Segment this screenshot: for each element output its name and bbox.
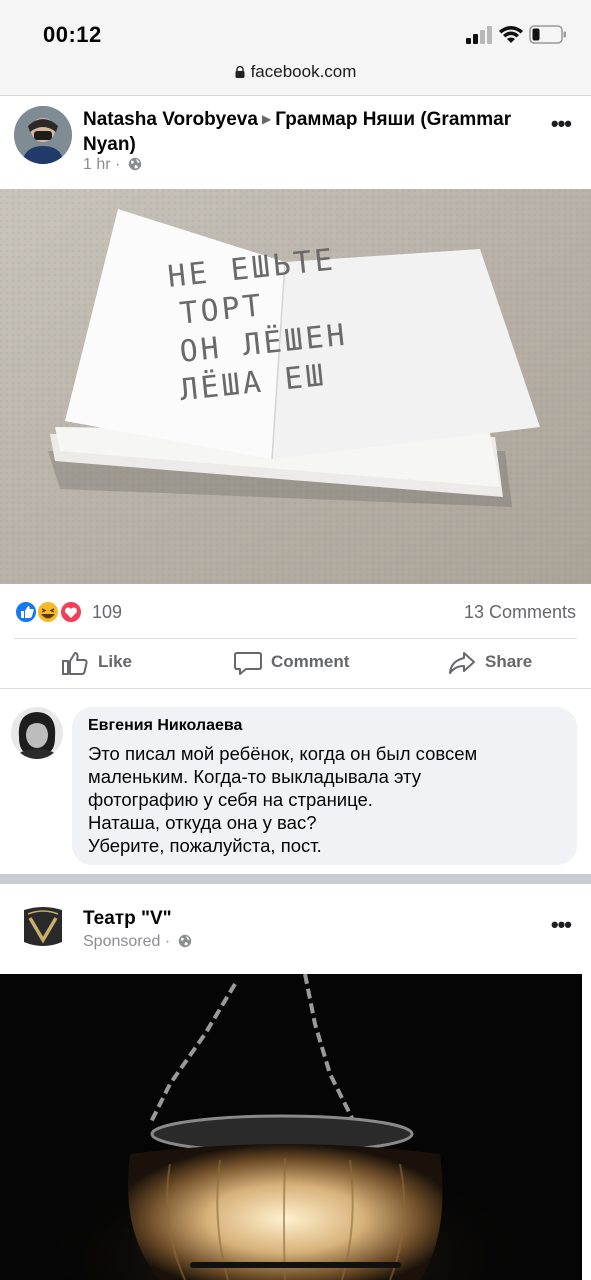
comment-button[interactable]: Comment [234, 652, 350, 675]
share-icon [449, 652, 475, 674]
photo-handwriting: НЕ ЕШЬТЕ ТОРТ ОН ЛЁШЕН ЛЁША ЕШ [166, 232, 440, 410]
post-more-button[interactable]: ••• [551, 111, 572, 137]
post-time[interactable]: 1 hr · [83, 156, 120, 173]
reactions-row[interactable]: 109 13 Comments [0, 584, 591, 638]
comment-line: Уберите, пожалуйста, пост. [88, 835, 322, 856]
lock-icon [235, 66, 245, 78]
like-button[interactable]: Like [62, 652, 133, 675]
ad-avatar[interactable] [20, 904, 66, 950]
reaction-count[interactable]: 109 [92, 602, 122, 623]
post-author-line: Natasha Vorobyeva ▶ Граммар Няши (Grammar … [83, 107, 523, 157]
comment-line: фотографию у себя на странице. [88, 789, 373, 810]
ad-page-name[interactable]: Театр "V" [83, 908, 172, 930]
comment-line: Это писал мой ребёнок, когда он был совс… [88, 743, 478, 764]
post-photo[interactable]: НЕ ЕШЬТЕ ТОРТ ОН ЛЁШЕН ЛЁША ЕШ [0, 189, 591, 584]
ad-post-header: Театр "V" Sponsored · ••• [0, 884, 591, 974]
globe-icon [128, 157, 141, 171]
home-indicator[interactable] [190, 1262, 401, 1268]
ad-photo[interactable] [0, 974, 582, 1280]
author-avatar[interactable] [14, 106, 72, 164]
comment-bubble: Евгения Николаева Это писал мой ребёнок,… [72, 707, 577, 865]
status-bar: 00:12 [0, 0, 591, 56]
share-button[interactable]: Share [449, 652, 533, 674]
feed-separator [0, 874, 591, 884]
post-actions: Like Comment Share [0, 640, 591, 688]
url-text: facebook.com [250, 62, 357, 81]
like-icon [62, 652, 88, 675]
ad-meta: Sponsored · [83, 933, 192, 951]
comment-line: Наташа, откуда она у вас? [88, 812, 317, 833]
globe-icon [178, 934, 191, 948]
status-time: 00:12 [43, 22, 102, 47]
sponsored-label: Sponsored · [83, 933, 171, 950]
post-header: Natasha Vorobyeva ▶ Граммар Няши (Grammar … [0, 97, 591, 189]
comment-label: Comment [271, 652, 350, 671]
signal-icon [466, 26, 492, 44]
ad-more-button[interactable]: ••• [551, 912, 572, 938]
post-author-name[interactable]: Natasha Vorobyeva [83, 109, 258, 130]
divider [14, 638, 577, 639]
post-meta: 1 hr · [83, 156, 142, 174]
comment-icon [234, 652, 262, 675]
comment-text: Это писал мой ребёнок, когда он был совс… [88, 742, 568, 857]
divider [0, 688, 591, 689]
comments-count[interactable]: 13 Comments [464, 602, 576, 623]
reactions-icon [14, 600, 83, 624]
caret-right-icon: ▶ [261, 112, 272, 126]
comment-line: маленьким. Когда-то выкладывала эту [88, 766, 421, 787]
commenter-avatar[interactable] [11, 707, 63, 759]
share-label: Share [485, 652, 533, 671]
like-label: Like [98, 652, 133, 671]
battery-icon [529, 25, 566, 44]
browser-url-bar[interactable]: facebook.com [0, 56, 591, 96]
commenter-name[interactable]: Евгения Николаева [88, 717, 242, 735]
wifi-icon [499, 26, 523, 43]
